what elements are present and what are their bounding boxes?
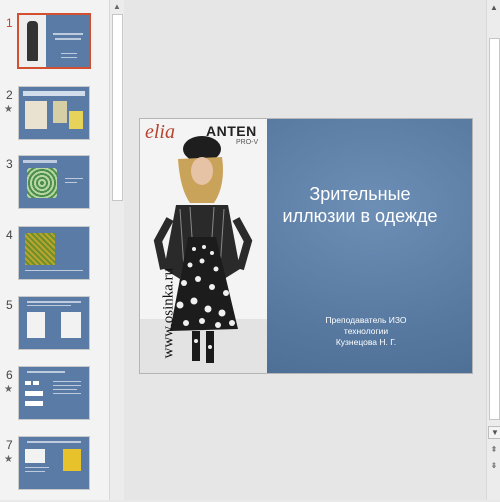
slide-editor: elia ANTEN PRO-V www.osinka.ru Зрительны… [124,0,486,500]
thumbnail-preview[interactable] [18,155,90,209]
animation-star-icon: ★ [4,454,13,465]
scrollbar-thumb[interactable] [489,38,500,420]
slide-number: 1 [6,16,13,30]
current-slide[interactable]: elia ANTEN PRO-V www.osinka.ru Зрительны… [139,118,473,374]
scroll-up-icon[interactable]: ▲ [488,2,500,13]
scroll-up-icon[interactable]: ▲ [112,2,122,12]
slide-number: 4 [6,228,13,242]
subtitle-line-3: Кузнецова Н. Г. [335,337,397,347]
brand-text-left: elia [145,121,175,143]
subtitle-line-1: Преподаватель ИЗО [325,315,407,325]
slide-number: 2 [6,88,13,102]
thumbnail-preview[interactable] [18,366,90,420]
photo-watermark: www.osinka.ru [160,267,177,359]
thumbnail-scrollbar[interactable]: ▲ [109,0,124,500]
slide-thumbnail-5[interactable]: 5 [0,296,109,362]
animation-star-icon: ★ [4,384,13,395]
editor-scrollbar[interactable]: ▲ ▼ ⇞ ⇟ [486,0,500,500]
animation-star-icon: ★ [4,104,13,115]
fashion-photo [140,119,267,373]
slide-thumbnail-panel: 1 2 ★ 3 4 5 6 ★ 7 ★ [0,0,109,500]
thumbnail-preview[interactable] [18,86,90,140]
slide-thumbnail-3[interactable]: 3 [0,155,109,221]
slide-number: 5 [6,298,13,312]
slide-title-line-1: Зрительные [309,184,411,204]
slide-title[interactable]: Зрительные иллюзии в одежде [272,183,448,227]
next-slide-icon[interactable]: ⇟ [488,460,500,471]
subtitle-line-2: технологии [343,326,389,336]
slide-thumbnail-1[interactable]: 1 [0,13,109,80]
brand-text-right: ANTEN [206,123,257,139]
slide-number: 7 [6,438,13,452]
slide-thumbnail-6[interactable]: 6 ★ [0,366,109,432]
thumbnail-preview[interactable] [18,296,90,350]
thumbnail-preview[interactable] [17,13,91,69]
slide-thumbnail-7[interactable]: 7 ★ [0,436,109,502]
slide-subtitle[interactable]: Преподаватель ИЗО технологии Кузнецова Н… [296,315,436,348]
slide-thumbnail-4[interactable]: 4 [0,226,109,292]
slide-number: 3 [6,157,13,171]
thumbnail-preview[interactable] [18,226,90,280]
previous-slide-icon[interactable]: ⇞ [488,444,500,455]
slide-photo[interactable]: elia ANTEN PRO-V www.osinka.ru [140,119,267,373]
thumbnail-preview[interactable] [18,436,90,490]
slide-title-line-2: иллюзии в одежде [282,206,438,226]
scrollbar-thumb[interactable] [112,14,123,201]
slide-number: 6 [6,368,13,382]
slide-thumbnail-2[interactable]: 2 ★ [0,86,109,152]
scroll-down-icon[interactable]: ▼ [488,426,500,439]
brand-text-small: PRO-V [236,139,259,146]
